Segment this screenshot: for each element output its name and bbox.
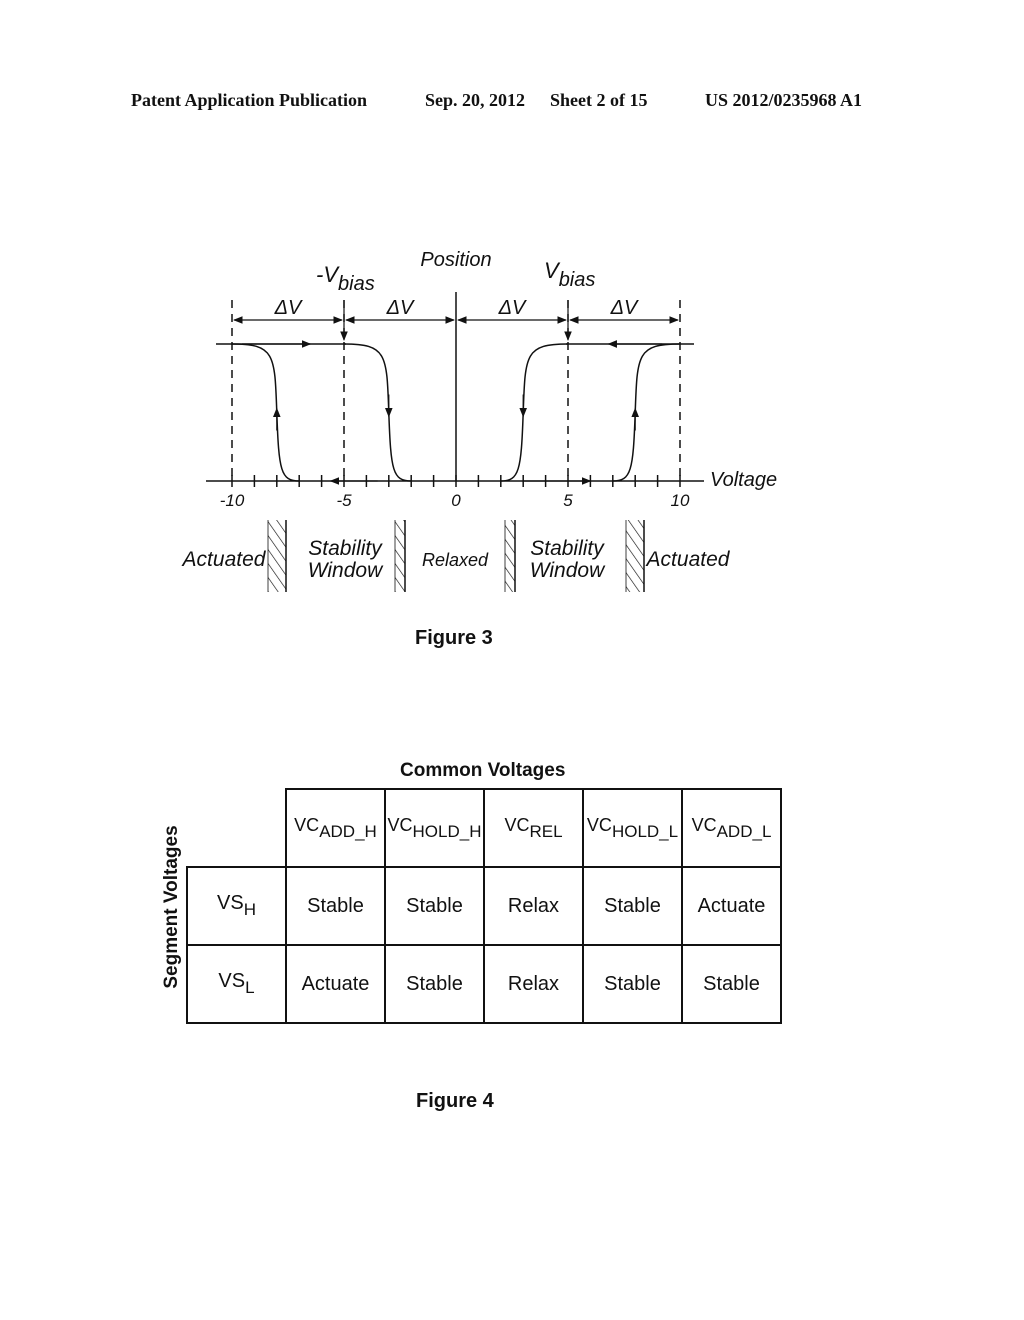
figure-3-caption: Figure 3 — [415, 627, 493, 649]
region-label: Stability — [530, 537, 605, 560]
table-cell: Stable — [384, 944, 485, 1024]
figure-4-caption: Figure 4 — [416, 1090, 494, 1112]
delta-v-label: ΔV — [610, 297, 639, 319]
table-cell: Relax — [483, 944, 584, 1024]
region-label: Relaxed — [422, 550, 489, 570]
table-cell: Stable — [582, 866, 683, 946]
region-label: Actuated — [181, 548, 267, 571]
hysteresis-curve — [343, 343, 412, 482]
segment-voltages-label: Segment Voltages — [161, 825, 182, 989]
table-cell: Stable — [582, 944, 683, 1024]
region-label: Stability — [308, 537, 383, 560]
column-header: VCREL — [483, 788, 584, 868]
column-header: VCHOLD_H — [384, 788, 485, 868]
table-cell: Actuate — [285, 944, 386, 1024]
table-corner — [187, 789, 286, 867]
row-header: VSH — [186, 866, 287, 946]
x-axis-label: Voltage — [710, 469, 777, 491]
hatched-boundary-bar — [268, 520, 286, 592]
region-label: Actuated — [645, 548, 731, 571]
x-tick-label: 5 — [563, 491, 573, 510]
hatched-boundary-bar — [395, 520, 405, 592]
common-voltages-title: Common Voltages — [400, 760, 566, 781]
table-row: VSL Actuate Stable Relax Stable Stable — [186, 944, 782, 1024]
row-header: VSL — [186, 944, 287, 1024]
x-tick-label: 0 — [451, 491, 461, 510]
delta-v-label: ΔV — [498, 297, 527, 319]
neg-bias-label: -Vbias — [316, 262, 375, 295]
table-cell: Stable — [681, 944, 782, 1024]
hatched-boundary-bar — [626, 520, 644, 592]
x-tick-label: 10 — [671, 491, 690, 510]
region-label: Window — [530, 559, 606, 582]
table-cell: Actuate — [681, 866, 782, 946]
voltage-table: VCADD_H VCHOLD_H VCREL VCHOLD_L VCADD_L … — [186, 788, 782, 1024]
table-cell: Stable — [285, 866, 386, 946]
x-tick-label: -5 — [336, 491, 352, 510]
delta-v-label: ΔV — [386, 297, 415, 319]
hysteresis-curve — [500, 343, 569, 482]
x-tick-label: -10 — [220, 491, 245, 510]
y-axis-label: Position — [420, 249, 491, 271]
column-header: VCADD_H — [285, 788, 386, 868]
hatched-boundary-bar — [505, 520, 515, 592]
pos-bias-label: Vbias — [544, 258, 595, 291]
table-row: VSH Stable Stable Relax Stable Actuate — [186, 866, 782, 946]
region-label: Window — [308, 559, 384, 582]
column-header: VCHOLD_L — [582, 788, 683, 868]
table-header-row: VCADD_H VCHOLD_H VCREL VCHOLD_L VCADD_L — [187, 788, 782, 868]
delta-v-label: ΔV — [274, 297, 303, 319]
column-header: VCADD_L — [681, 788, 782, 868]
hysteresis-curve — [612, 343, 681, 482]
figure-3-chart: -10 -5 0 5 10 ΔV ΔV ΔV ΔV Position -Vbias Vbias Volt… — [181, 249, 777, 592]
hysteresis-curve — [231, 343, 300, 482]
table-cell: Stable — [384, 866, 485, 946]
table-cell: Relax — [483, 866, 584, 946]
